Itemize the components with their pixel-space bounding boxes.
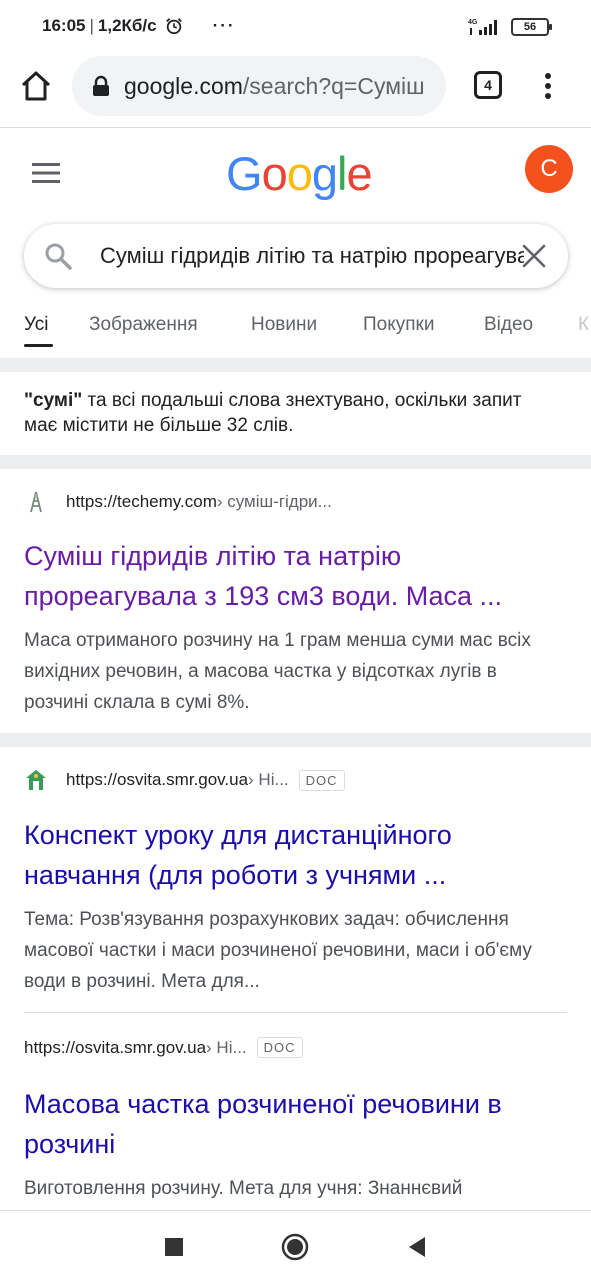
result-title-link[interactable]: Масова частка розчиненої речовини в розч… bbox=[24, 1084, 564, 1164]
status-network-speed: 1,2Кб/с bbox=[97, 16, 157, 35]
result-separator bbox=[24, 1012, 567, 1013]
file-type-badge: DOC bbox=[298, 769, 345, 791]
search-icon[interactable] bbox=[44, 242, 72, 270]
url-domain: google.com bbox=[124, 72, 243, 99]
result-source[interactable]: https://osvita.smr.gov.ua › Ні... DOC bbox=[24, 1037, 303, 1058]
logo-letter: g bbox=[311, 147, 338, 200]
techemy-favicon-icon bbox=[30, 491, 42, 513]
result-snippet: Тема: Розв'язування розрахункових задач:… bbox=[24, 909, 532, 992]
logo-letter: e bbox=[346, 147, 372, 200]
search-input[interactable] bbox=[100, 224, 524, 288]
search-box bbox=[24, 224, 568, 288]
svg-text:4G: 4G bbox=[468, 19, 478, 26]
browser-toolbar: google.com/search?q=Суміш 4 bbox=[0, 54, 591, 128]
more-notifications-icon: ··· bbox=[212, 16, 236, 35]
tab-videos[interactable]: Відео bbox=[484, 314, 533, 336]
notice-bold-word: "сумі" bbox=[24, 390, 83, 411]
logo-letter: o bbox=[286, 147, 313, 200]
avatar[interactable]: C bbox=[525, 145, 573, 193]
tab-all[interactable]: Усі bbox=[24, 314, 49, 336]
tab-more-clipped[interactable]: К bbox=[578, 314, 589, 336]
alarm-icon bbox=[165, 18, 182, 35]
notice-text: та всі подальші слова знехтувано, оскіль… bbox=[24, 390, 522, 436]
result-domain: https://osvita.smr.gov.ua bbox=[66, 770, 249, 789]
clear-icon[interactable] bbox=[522, 244, 546, 268]
signal-icon: 4G bbox=[468, 19, 497, 35]
google-logo[interactable]: Google bbox=[226, 146, 373, 200]
google-header: Google C bbox=[0, 128, 591, 220]
status-right: 4G 56 bbox=[467, 17, 552, 37]
status-time: 16:05 bbox=[42, 16, 86, 35]
recents-square-icon[interactable] bbox=[160, 1233, 188, 1261]
result-path: › суміш-гідри... bbox=[216, 492, 332, 511]
section-divider bbox=[0, 455, 591, 469]
result-path: › Ні... bbox=[206, 1037, 247, 1057]
result-source[interactable]: https://techemy.com › суміш-гідри... bbox=[24, 490, 332, 514]
section-divider bbox=[0, 358, 591, 372]
result-snippet: Виготовлення розчину. Мета для учня: Зна… bbox=[24, 1178, 463, 1199]
hamburger-menu-icon[interactable] bbox=[32, 162, 60, 184]
logo-letter: o bbox=[261, 147, 288, 200]
status-bar: 16:05 | 1,2Кб/с ··· 4G 56 bbox=[0, 0, 591, 54]
address-bar[interactable]: google.com/search?q=Суміш bbox=[72, 56, 446, 116]
section-divider bbox=[0, 733, 591, 747]
battery-icon: 56 bbox=[511, 18, 552, 36]
browser-menu-icon[interactable] bbox=[536, 68, 560, 104]
tab-news[interactable]: Новини bbox=[251, 314, 317, 336]
file-type-badge: DOC bbox=[256, 1037, 303, 1058]
result-path: › Ні... bbox=[248, 770, 289, 789]
url-text: google.com/search?q=Суміш bbox=[124, 73, 425, 100]
tab-shopping[interactable]: Покупки bbox=[363, 314, 434, 336]
status-left: 16:05 | 1,2Кб/с ··· bbox=[42, 16, 236, 36]
result-title-link[interactable]: Суміш гідридів літію та натрію прореагув… bbox=[24, 536, 564, 616]
osvita-favicon-icon bbox=[26, 770, 46, 790]
system-navigation-bar bbox=[0, 1210, 591, 1280]
result-domain: https://techemy.com bbox=[66, 492, 217, 511]
result-domain: https://osvita.smr.gov.ua bbox=[24, 1037, 207, 1057]
status-separator: | bbox=[89, 16, 94, 35]
query-truncated-notice: "сумі" та всі подальші слова знехтувано,… bbox=[24, 388, 544, 438]
tab-switcher-button[interactable]: 4 bbox=[474, 71, 502, 99]
home-icon[interactable] bbox=[18, 68, 54, 104]
active-tab-indicator bbox=[24, 344, 53, 347]
result-source[interactable]: https://osvita.smr.gov.ua › Ні... DOC bbox=[24, 768, 345, 792]
url-path: /search?q=Суміш bbox=[242, 72, 425, 99]
logo-letter: G bbox=[226, 147, 263, 200]
result-title-link[interactable]: Конспект уроку для дистанційного навчанн… bbox=[24, 815, 564, 895]
lock-icon bbox=[93, 75, 109, 96]
tab-images[interactable]: Зображення bbox=[89, 314, 198, 336]
search-tabs: Усі Зображення Новини Покупки Відео К bbox=[0, 300, 591, 352]
home-circle-icon[interactable] bbox=[281, 1233, 309, 1261]
result-snippet: Маса отриманого розчину на 1 грам менша … bbox=[24, 630, 531, 713]
back-triangle-icon[interactable] bbox=[403, 1233, 431, 1261]
